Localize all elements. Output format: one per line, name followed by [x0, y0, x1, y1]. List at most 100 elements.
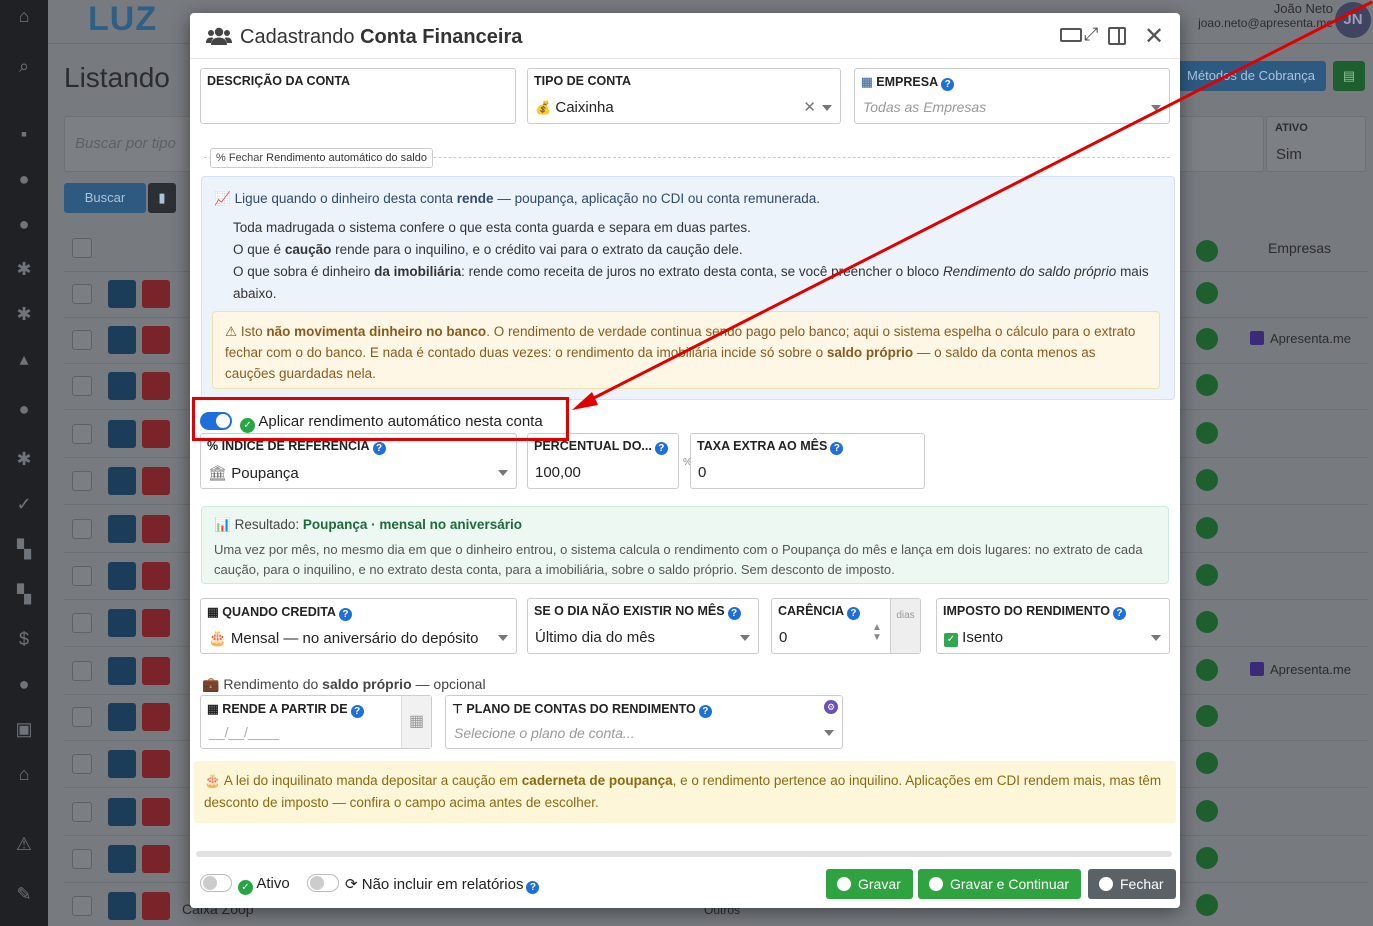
- edit-button[interactable]: [108, 657, 136, 685]
- menu-icon-2[interactable]: ●: [6, 165, 42, 193]
- clear-icon[interactable]: ✕: [803, 98, 816, 116]
- active-filter[interactable]: ATIVO Sim: [1266, 116, 1366, 172]
- company-select[interactable]: ▦ EMPRESA? Todas as Empresas: [854, 68, 1170, 124]
- settings-icon[interactable]: ✱: [6, 445, 42, 473]
- row-checkbox[interactable]: [72, 754, 92, 774]
- active-toggle[interactable]: [200, 874, 232, 892]
- close-icon[interactable]: ✕: [1144, 22, 1164, 51]
- delete-button[interactable]: [142, 892, 170, 920]
- row-checkbox[interactable]: [72, 613, 92, 633]
- row-checkbox[interactable]: [72, 849, 92, 869]
- row-checkbox[interactable]: [72, 707, 92, 727]
- delete-button[interactable]: [142, 467, 170, 495]
- edit-button[interactable]: [108, 892, 136, 920]
- camera-icon[interactable]: ▣: [6, 715, 42, 743]
- row-checkbox[interactable]: [72, 471, 92, 491]
- edit-button[interactable]: [108, 845, 136, 873]
- delete-button[interactable]: [142, 420, 170, 448]
- users-icon[interactable]: ●: [6, 395, 42, 423]
- search-input[interactable]: Buscar por tipo: [75, 135, 176, 152]
- credit-select[interactable]: ▦ QUANDO CREDITA? 🎂 Mensal — no aniversá…: [200, 598, 517, 654]
- stepper-icon[interactable]: ▲ ▼: [872, 623, 882, 643]
- user-icon[interactable]: ●: [6, 210, 42, 238]
- close-button[interactable]: Fechar: [1088, 869, 1176, 899]
- row-checkbox[interactable]: [72, 424, 92, 444]
- edit-button[interactable]: [108, 515, 136, 543]
- search-icon[interactable]: ⌕: [6, 52, 42, 80]
- account-type-select[interactable]: TIPO DE CONTA 💰 Caixinha ✕: [527, 68, 841, 124]
- delete-button[interactable]: [142, 280, 170, 308]
- row-checkbox[interactable]: [72, 566, 92, 586]
- avatar[interactable]: JN: [1335, 2, 1371, 38]
- exclude-reports-toggle[interactable]: [307, 874, 339, 892]
- delete-button[interactable]: [142, 845, 170, 873]
- delete-button[interactable]: [142, 657, 170, 685]
- delete-button[interactable]: [142, 798, 170, 826]
- delete-button[interactable]: [142, 515, 170, 543]
- chart-of-accounts-select[interactable]: ⊤ PLANO DE CONTAS DO RENDIMENTO? Selecio…: [445, 695, 843, 749]
- grace-field[interactable]: CARÊNCIA? 0 ▲ ▼ dias: [771, 598, 921, 654]
- dollar-icon[interactable]: $: [6, 625, 42, 653]
- alert-icon[interactable]: ⚠: [6, 830, 42, 858]
- edit-icon[interactable]: ✎: [6, 880, 42, 908]
- chevron-down-icon[interactable]: [1151, 105, 1161, 111]
- collapse-section-button[interactable]: % Fechar Rendimento automático do saldo: [210, 148, 433, 168]
- gear-icon[interactable]: ✱: [6, 255, 42, 283]
- delete-button[interactable]: [142, 372, 170, 400]
- row-checkbox[interactable]: [72, 284, 92, 304]
- payment-methods-button[interactable]: Métodos de Cobrança: [1176, 61, 1326, 91]
- index-select[interactable]: % ÍNDICE DE REFERÊNCIA? 🏛 Poupança: [200, 433, 517, 489]
- edit-button[interactable]: [108, 372, 136, 400]
- tree-icon[interactable]: ▚: [6, 580, 42, 608]
- gear-icon-2[interactable]: ✱: [6, 300, 42, 328]
- minimize-icon[interactable]: [1060, 28, 1082, 42]
- settings-icon[interactable]: ⚙: [824, 700, 838, 714]
- edit-button[interactable]: [108, 609, 136, 637]
- expand-icon[interactable]: ⤢: [1084, 24, 1098, 45]
- edit-button[interactable]: [108, 703, 136, 731]
- chevron-down-icon[interactable]: [1151, 635, 1161, 641]
- description-field[interactable]: DESCRIÇÃO DA CONTA: [200, 68, 516, 124]
- percent-field[interactable]: PERCENTUAL DO...? 100,00: [527, 433, 679, 489]
- missing-day-select[interactable]: SE O DIA NÃO EXISTIR NO MÊS? Último dia …: [527, 598, 759, 654]
- edit-button[interactable]: [108, 750, 136, 778]
- calendar-icon[interactable]: ▦: [401, 696, 431, 748]
- menu-icon-1[interactable]: ▪: [6, 120, 42, 148]
- percent-input[interactable]: 100,00: [535, 464, 581, 481]
- delete-button[interactable]: [142, 609, 170, 637]
- search-button[interactable]: Buscar: [64, 183, 146, 213]
- edit-button[interactable]: [108, 467, 136, 495]
- select-all-checkbox[interactable]: [72, 238, 92, 258]
- row-checkbox[interactable]: [72, 330, 92, 350]
- chevron-down-icon[interactable]: [824, 730, 834, 736]
- save-continue-button[interactable]: Gravar e Continuar: [918, 869, 1082, 899]
- delete-button[interactable]: [142, 562, 170, 590]
- delete-button[interactable]: [142, 326, 170, 354]
- check-icon[interactable]: ✓: [6, 490, 42, 518]
- row-checkbox[interactable]: [72, 519, 92, 539]
- clear-button[interactable]: ▮: [148, 183, 176, 213]
- chevron-down-icon[interactable]: [822, 105, 832, 111]
- chevron-down-icon[interactable]: [498, 470, 508, 476]
- hand-icon[interactable]: ●: [6, 670, 42, 698]
- edit-button[interactable]: [108, 326, 136, 354]
- delete-button[interactable]: [142, 703, 170, 731]
- row-checkbox[interactable]: [72, 661, 92, 681]
- edit-button[interactable]: [108, 420, 136, 448]
- row-checkbox[interactable]: [72, 896, 92, 916]
- chevron-down-icon[interactable]: [498, 635, 508, 641]
- grace-input[interactable]: 0: [779, 629, 787, 646]
- edit-button[interactable]: [108, 798, 136, 826]
- print-button[interactable]: ▤: [1333, 61, 1365, 91]
- edit-button[interactable]: [108, 562, 136, 590]
- side-panel-icon[interactable]: [1108, 27, 1126, 45]
- home-icon[interactable]: ⌂: [6, 2, 42, 30]
- scrollbar[interactable]: [196, 851, 1172, 857]
- save-button[interactable]: Gravar: [826, 869, 913, 899]
- chevron-down-icon[interactable]: [740, 635, 750, 641]
- row-checkbox[interactable]: [72, 802, 92, 822]
- row-checkbox[interactable]: [72, 376, 92, 396]
- extra-rate-field[interactable]: TAXA EXTRA AO MÊS? 0: [690, 433, 925, 489]
- sitemap-icon[interactable]: ▚: [6, 535, 42, 563]
- chart-icon[interactable]: ▴: [6, 345, 42, 373]
